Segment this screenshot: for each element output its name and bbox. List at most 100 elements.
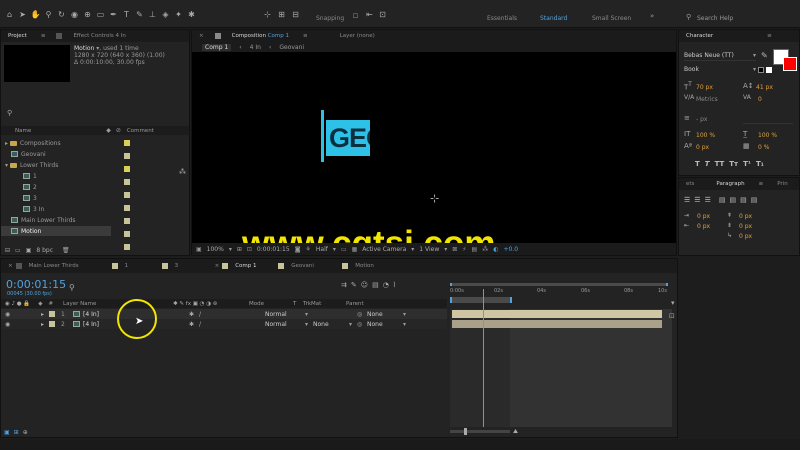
label-color-swatch[interactable] [49, 311, 55, 317]
collapse-switch-icon[interactable]: ✱ [189, 311, 199, 318]
resolution-dropdown-icon[interactable]: ▾ [333, 246, 336, 253]
camera-tool-icon[interactable]: ◉ [69, 10, 80, 20]
tab-motion[interactable]: Motion [352, 263, 377, 269]
tab-paragraph[interactable]: Paragraph [713, 181, 747, 187]
quality-switch-icon[interactable]: / [199, 311, 209, 318]
hand-tool-icon[interactable]: ✋ [30, 10, 41, 20]
roi-icon[interactable]: ▭ [341, 246, 347, 253]
kerning-value[interactable]: Metrics [696, 96, 718, 103]
timeline-current-time[interactable]: 0:00:01:15 [6, 278, 66, 291]
search-icon[interactable]: ⚲ [686, 13, 691, 21]
timeline-toggle-icon[interactable]: ▤ [472, 246, 478, 253]
tab-geovani[interactable]: Geovani [288, 263, 342, 269]
expand-arrow-icon[interactable]: ▸ [41, 321, 49, 328]
view-layout-select[interactable]: 1 View [419, 246, 439, 253]
pen-tool-icon[interactable]: ✒ [108, 10, 119, 20]
close-tab-icon[interactable]: × [196, 33, 207, 39]
font-family-select[interactable]: Bebas Neue (TT) ▾ [684, 52, 756, 61]
blend-mode-select[interactable]: Normal [265, 311, 305, 318]
col-layer-name[interactable]: Layer Name [63, 301, 173, 307]
list-item[interactable]: 3 In [1, 204, 189, 214]
align-center-icon[interactable]: ☰ [694, 196, 700, 204]
frame-blending-icon[interactable]: ▤ [372, 281, 379, 289]
tab-effect-controls[interactable]: Effect Controls 4 In [70, 33, 128, 39]
clone-tool-icon[interactable]: ⊥ [147, 10, 158, 20]
list-item[interactable]: 2 [1, 182, 189, 192]
small-caps-button[interactable]: Tт [729, 160, 738, 168]
layer-lock-icon[interactable]: ⊡ [669, 312, 675, 320]
rotate-tool-icon[interactable]: ↻ [56, 10, 67, 20]
tab-character[interactable]: Character [683, 33, 716, 39]
superscript-button[interactable]: T¹ [743, 160, 751, 168]
label-color-swatch[interactable] [49, 321, 55, 327]
col-trkmat[interactable]: TrkMat [303, 301, 346, 307]
quality-switch-icon[interactable]: / [199, 321, 209, 328]
parent-dropdown-icon[interactable]: ▾ [403, 321, 411, 328]
col-t[interactable]: T [293, 301, 303, 307]
interpret-footage-icon[interactable]: ⊟ [5, 247, 10, 254]
space-after-value[interactable]: 0 px [739, 223, 752, 230]
blend-mode-dropdown-icon[interactable]: ▾ [305, 311, 313, 318]
label-col-icon[interactable]: ◆ [38, 301, 42, 307]
space-before-value[interactable]: 0 px [739, 213, 752, 220]
snapping-checkbox-icon[interactable]: ☐ [350, 12, 361, 22]
snapping-label[interactable]: Snapping [316, 15, 344, 22]
in-out-icon[interactable]: ⊕ [23, 429, 28, 436]
indent-left-value[interactable]: 0 px [697, 213, 710, 220]
indent-right-value[interactable]: 0 px [697, 223, 710, 230]
selection-tool-icon[interactable]: ➤ [17, 10, 28, 20]
pan-behind-tool-icon[interactable]: ⊕ [82, 10, 93, 20]
work-area-bar[interactable] [450, 283, 668, 286]
new-comp-icon[interactable]: ▣ [26, 247, 32, 254]
col-comment[interactable]: Comment [127, 128, 154, 134]
justify-all-icon[interactable]: ▤ [751, 196, 758, 204]
list-item-selected[interactable]: Motion [1, 226, 111, 236]
breadcrumb-item[interactable]: Comp 1 [202, 43, 232, 51]
type-tool-icon[interactable]: T [121, 10, 132, 20]
flowchart-icon[interactable]: ⁂ [482, 246, 488, 253]
exposure-icon[interactable]: ◐ [493, 246, 498, 253]
current-time-display[interactable]: 0:00:01:15 [257, 246, 290, 253]
font-style-select[interactable]: Book ▾ [684, 66, 756, 75]
roto-tool-icon[interactable]: ✦ [173, 10, 184, 20]
faux-italic-button[interactable]: T [705, 160, 710, 168]
mask-icon[interactable]: ⊡ [247, 246, 252, 253]
comment-col-icon[interactable]: ⊘ [116, 127, 121, 134]
fast-preview-icon[interactable]: ⚡ [462, 246, 466, 253]
zoom-dropdown-icon[interactable]: ▾ [229, 246, 232, 253]
col-parent[interactable]: Parent [346, 301, 364, 307]
composition-viewer[interactable]: GEO ⊹ www.cgtsj.com [192, 52, 676, 244]
tsume-value[interactable]: 0 % [758, 144, 769, 151]
white-swatch[interactable] [766, 67, 772, 73]
parent-select[interactable]: None [367, 311, 403, 318]
col-name[interactable]: Name [15, 128, 31, 134]
motion-blur-icon[interactable]: ◔ [383, 281, 389, 289]
shy-layers-icon[interactable]: ☺ [361, 281, 368, 289]
resolution-select[interactable]: Half [316, 246, 328, 253]
delete-icon[interactable]: 🗑 [62, 247, 70, 254]
exposure-value[interactable]: +0.0 [503, 246, 518, 253]
always-preview-icon[interactable]: ▣ [196, 246, 202, 253]
snap-edge-icon[interactable]: ⇤ [364, 10, 375, 20]
blend-mode-dropdown-icon[interactable]: ▾ [305, 321, 313, 328]
transparency-grid-icon[interactable]: ▦ [352, 246, 358, 253]
zoom-select[interactable]: 100% [207, 246, 224, 253]
baseline-shift-value[interactable]: 0 px [696, 144, 709, 151]
tab-1[interactable]: 1 [122, 263, 162, 269]
home-icon[interactable]: ⌂ [4, 10, 15, 20]
faux-bold-button[interactable]: T [695, 160, 700, 168]
vertical-scale-value[interactable]: 100 % [696, 132, 715, 139]
zoom-slider[interactable] [450, 428, 510, 435]
tab-effects[interactable]: ets [683, 181, 697, 187]
rectangle-tool-icon[interactable]: ▭ [95, 10, 106, 20]
font-size-value[interactable]: 70 px [696, 84, 713, 91]
comp-lock-icon[interactable] [214, 33, 221, 39]
more-workspaces-icon[interactable]: » [650, 12, 654, 20]
justify-last-center-icon[interactable]: ▤ [729, 196, 736, 204]
parent-select[interactable]: None [367, 321, 403, 328]
close-tab-icon[interactable]: × [5, 263, 16, 269]
parent-dropdown-icon[interactable]: ▾ [403, 311, 411, 318]
draft-3d-icon[interactable]: ✎ [351, 281, 357, 289]
bit-depth-label[interactable]: 8 bpc [36, 247, 53, 254]
subscript-button[interactable]: T₁ [756, 160, 764, 168]
